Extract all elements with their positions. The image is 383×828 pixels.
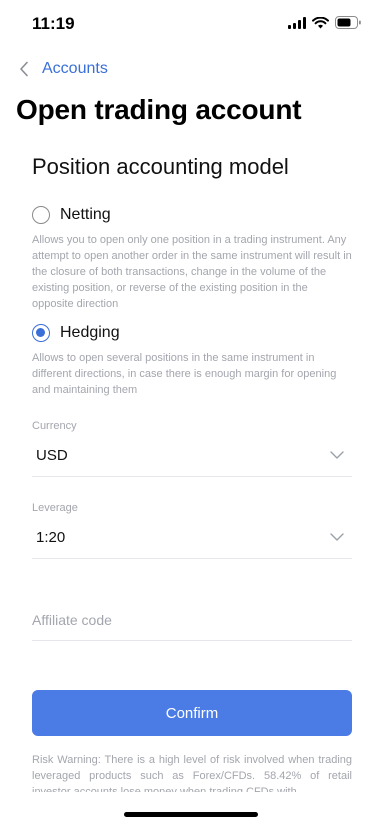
hedging-radio-row[interactable]: Hedging [32, 324, 352, 342]
status-time: 11:19 [32, 14, 75, 33]
hedging-label: Hedging [60, 324, 120, 341]
leverage-value: 1:20 [36, 528, 66, 546]
back-to-accounts-button[interactable]: Accounts [16, 58, 108, 80]
option-hedging: Hedging Allows to open several positions… [32, 324, 352, 398]
netting-radio[interactable] [32, 206, 50, 224]
back-label: Accounts [42, 60, 108, 77]
currency-field: Currency USD [32, 420, 352, 477]
risk-warning: Risk Warning: There is a high level of r… [32, 754, 352, 792]
currency-value: USD [36, 446, 68, 464]
hedging-radio[interactable] [32, 324, 50, 342]
signal-icon [288, 16, 306, 34]
status-bar: 11:19 [0, 0, 383, 46]
chevron-down-icon [328, 446, 346, 464]
leverage-field: Leverage 1:20 [32, 502, 352, 559]
netting-label: Netting [60, 206, 111, 223]
netting-description: Allows you to open only one position in … [32, 234, 352, 310]
page-title: Open trading account [16, 94, 302, 125]
chevron-down-icon [328, 528, 346, 546]
hedging-description: Allows to open several positions in the … [32, 352, 337, 396]
affiliate-code-input[interactable] [32, 612, 352, 628]
wifi-icon [312, 16, 329, 34]
confirm-button[interactable]: Confirm [32, 690, 352, 736]
affiliate-code-field [32, 612, 352, 641]
battery-icon [335, 16, 361, 34]
chevron-left-icon [16, 58, 32, 80]
section-title: Position accounting model [32, 154, 289, 179]
netting-radio-row[interactable]: Netting [32, 206, 352, 224]
status-icons [288, 16, 361, 34]
currency-label: Currency [32, 420, 77, 432]
home-indicator[interactable] [124, 812, 258, 817]
leverage-select[interactable]: 1:20 [32, 528, 352, 559]
option-netting: Netting Allows you to open only one posi… [32, 206, 352, 312]
currency-select[interactable]: USD [32, 446, 352, 477]
leverage-label: Leverage [32, 502, 78, 514]
